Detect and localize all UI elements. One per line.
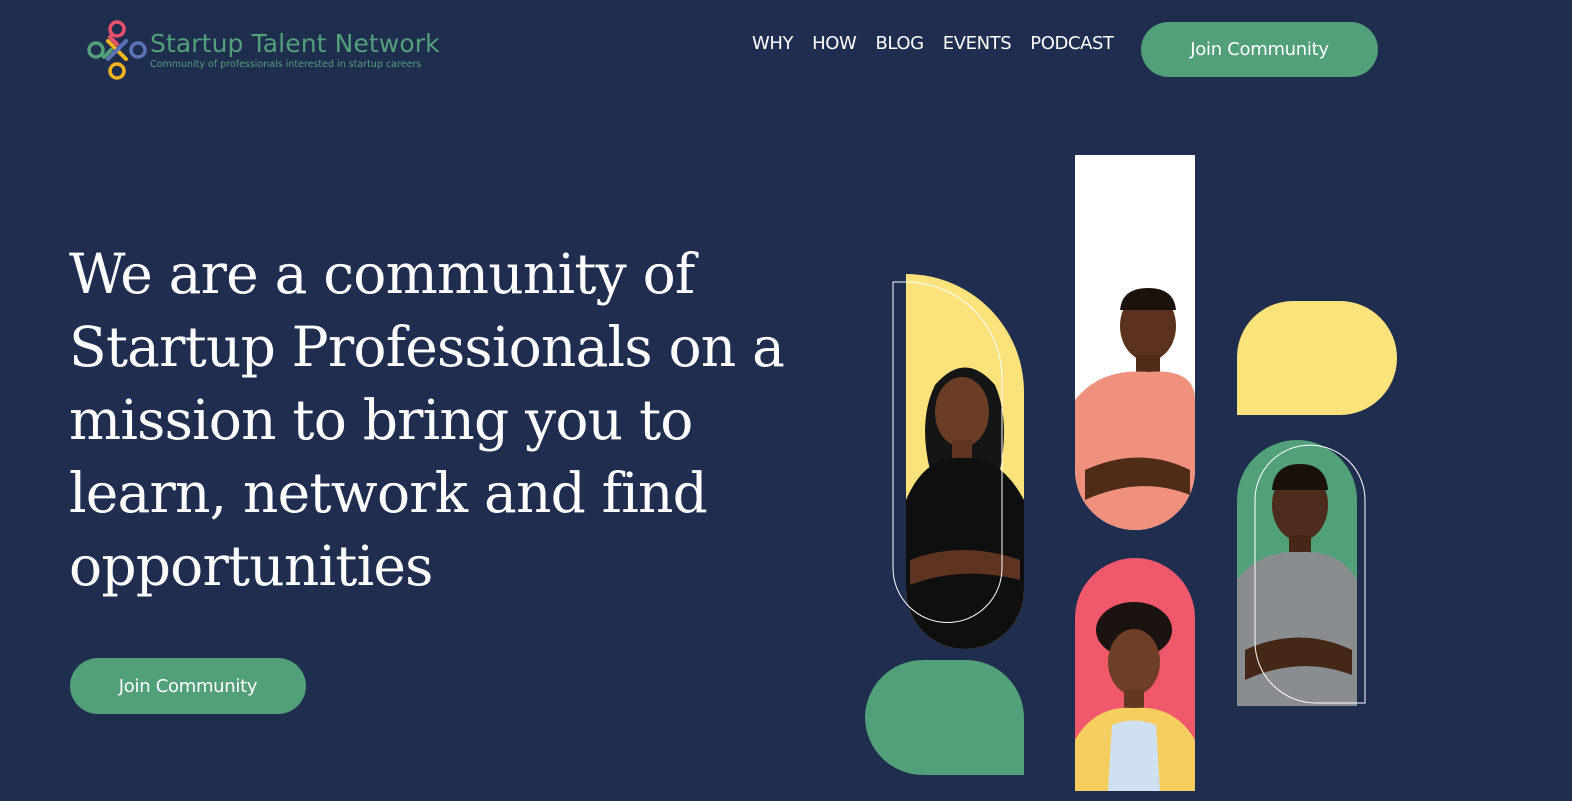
nav-link-why[interactable]: WHY bbox=[752, 32, 794, 56]
brand-tagline: Community of professionals interested in… bbox=[150, 58, 422, 70]
header-join-community-button[interactable]: Join Community bbox=[1141, 22, 1378, 77]
hero-headline: We are a community of Startup Profession… bbox=[69, 242, 785, 598]
hero-join-community-button[interactable]: Join Community bbox=[70, 658, 306, 714]
green-leaf-shape bbox=[865, 660, 1024, 775]
nav-link-events[interactable]: EVENTS bbox=[943, 32, 1012, 56]
yellow-leaf-shape bbox=[1237, 301, 1397, 415]
brand-name: Startup Talent Network bbox=[150, 28, 440, 58]
woman-yellow-blazer-photo bbox=[1075, 558, 1195, 791]
main-nav: WHY HOW BLOG EVENTS PODCAST bbox=[752, 32, 1133, 56]
man-grey-shirt-photo bbox=[1237, 440, 1357, 706]
woman-black-top-photo bbox=[906, 274, 1024, 649]
logo-link[interactable]: Startup Talent Network Community of prof… bbox=[86, 18, 440, 82]
man-pink-shirt-photo bbox=[1075, 155, 1195, 530]
nav-link-blog[interactable]: BLOG bbox=[875, 32, 924, 56]
nav-link-podcast[interactable]: PODCAST bbox=[1030, 32, 1114, 56]
logo-icon bbox=[87, 20, 147, 80]
nav-link-how[interactable]: HOW bbox=[812, 32, 857, 56]
